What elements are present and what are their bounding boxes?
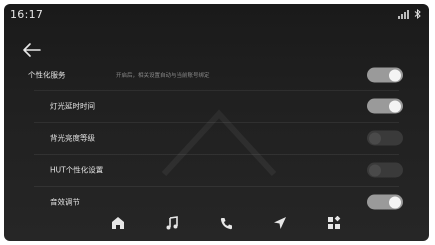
setting-row-light-delay[interactable]: 灯光延时时间: [4, 91, 429, 121]
setting-row-backlight-level[interactable]: 背光亮度等级: [4, 123, 429, 153]
setting-description: 开启后，相关设置自动与当前账号绑定: [116, 73, 210, 79]
setting-label: 个性化服务: [28, 70, 66, 80]
navigation-icon[interactable]: [270, 213, 290, 233]
setting-row-hut-personalized[interactable]: HUT个性化设置: [4, 155, 429, 185]
light-delay-toggle[interactable]: [367, 98, 403, 114]
setting-label: 灯光延时时间: [50, 101, 95, 111]
signal-icon: [398, 9, 409, 19]
backlight-level-toggle[interactable]: [367, 130, 403, 146]
setting-label: 背光亮度等级: [50, 133, 95, 143]
status-bar: 16:17: [4, 4, 429, 26]
music-icon[interactable]: [162, 213, 182, 233]
hut-personalized-toggle[interactable]: [367, 162, 403, 178]
back-arrow-icon[interactable]: [22, 42, 42, 58]
status-icons: [398, 9, 421, 19]
setting-row-personalized-service[interactable]: 个性化服务 开启后，相关设置自动与当前账号绑定: [4, 60, 429, 90]
personalized-service-toggle[interactable]: [367, 67, 403, 83]
clock-time: 16:17: [10, 8, 44, 21]
phone-icon[interactable]: [216, 213, 236, 233]
setting-label: HUT个性化设置: [50, 165, 104, 175]
home-icon[interactable]: [108, 213, 128, 233]
settings-screen: 16:17 个性化服务 开启后，相关设置自动与当前账号绑定 灯光延时时间 背光亮…: [4, 4, 429, 241]
apps-icon[interactable]: [324, 213, 344, 233]
bottom-dock: [4, 205, 429, 241]
bluetooth-icon: [414, 9, 421, 19]
